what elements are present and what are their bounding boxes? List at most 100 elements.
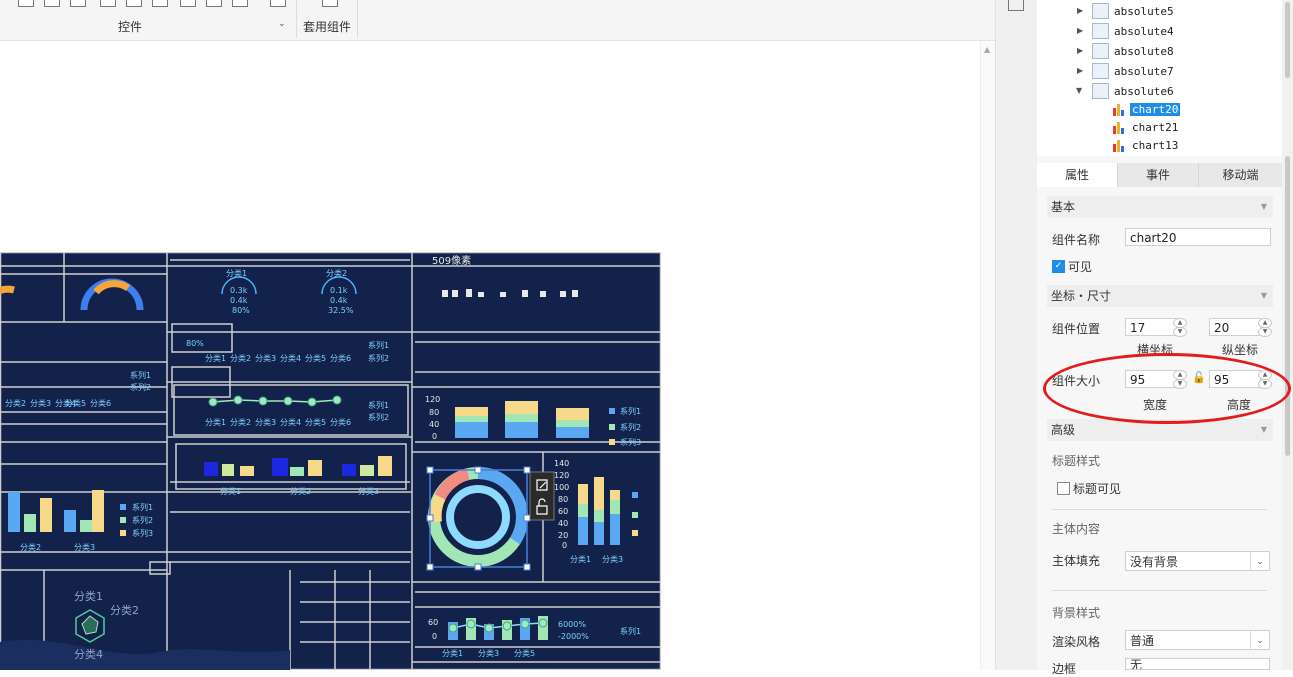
template-icon[interactable]: [322, 0, 338, 7]
section-collapse-icon[interactable]: ▼: [1261, 419, 1267, 441]
select-value: 普通: [1130, 634, 1155, 648]
section-collapse-icon[interactable]: ▼: [1261, 196, 1267, 218]
tree-node-label: chart20: [1130, 103, 1181, 116]
chevron-down-icon[interactable]: ⌄: [1250, 552, 1269, 570]
visible-checkbox[interactable]: ✓: [1052, 260, 1065, 273]
width-stepper[interactable]: ▲ ▼: [1173, 370, 1187, 389]
category-label: 分类3: [255, 354, 277, 363]
properties-panel: ▶ absolute5 ▶ absolute4 ▶ absolute8 ▶ ab…: [1037, 0, 1293, 676]
category-label: 分类3: [255, 418, 277, 427]
tree-node-absolute8[interactable]: ▶ absolute8: [1037, 42, 1277, 62]
section-coord-header[interactable]: 坐标・尺寸 ▼: [1047, 285, 1273, 307]
dashboard-preview[interactable]: 509像素 分类1 分类2 0.3k 0.4k 80% 0.1k 0.4k 32…: [0, 252, 661, 670]
expand-caret-icon[interactable]: ▶: [1077, 6, 1083, 15]
widget-icon[interactable]: [18, 0, 34, 7]
legend-label: 系列2: [620, 423, 642, 432]
tab-events[interactable]: 事件: [1118, 163, 1199, 187]
x-position-input[interactable]: 17: [1125, 318, 1177, 336]
axis-label: 80: [429, 408, 440, 417]
widget-icon[interactable]: [270, 0, 286, 7]
x-position-stepper[interactable]: ▲ ▼: [1173, 318, 1187, 337]
collapse-caret-icon[interactable]: ▼: [1076, 86, 1082, 95]
controls-expand-chevron-icon[interactable]: ⌄: [278, 19, 286, 29]
section-title: 坐标・尺寸: [1051, 289, 1112, 303]
gauge-title: 分类1: [226, 269, 248, 278]
tree-node-chart20[interactable]: chart20: [1037, 101, 1277, 121]
tab-mobile[interactable]: 移动端: [1199, 163, 1282, 187]
body-fill-select[interactable]: 没有背景 ⌄: [1125, 551, 1270, 571]
panel-scrollbar[interactable]: [1282, 156, 1293, 670]
expand-caret-icon[interactable]: ▶: [1077, 66, 1083, 75]
render-style-label: 渲染风格: [1052, 635, 1101, 649]
axis-label: 140: [554, 459, 570, 468]
tree-node-chart13[interactable]: chart13: [1037, 137, 1277, 157]
category-label: 分类1: [205, 354, 227, 363]
section-advanced-header[interactable]: 高级 ▼: [1047, 419, 1273, 441]
widget-icon[interactable]: [100, 0, 116, 7]
category-label: 分类2: [290, 487, 312, 496]
height-input[interactable]: 95: [1209, 370, 1261, 388]
tree-node-absolute5[interactable]: ▶ absolute5: [1037, 2, 1277, 22]
tree-node-absolute6[interactable]: ▼ absolute6: [1037, 82, 1277, 102]
widget-icon[interactable]: [232, 0, 248, 7]
side-toolbar: [995, 0, 1038, 670]
scrollbar-thumb[interactable]: [1285, 2, 1290, 78]
tree-node-absolute4[interactable]: ▶ absolute4: [1037, 22, 1277, 42]
widget-icon[interactable]: [152, 0, 168, 7]
expand-caret-icon[interactable]: ▶: [1077, 46, 1083, 55]
widget-icon[interactable]: [126, 0, 142, 7]
tree-node-chart21[interactable]: chart21: [1037, 119, 1277, 139]
bg-style-label: 背景样式: [1052, 606, 1101, 620]
axis-label: 80: [558, 495, 569, 504]
axis-label: 60: [558, 507, 569, 516]
category-label: 分类6: [330, 418, 352, 427]
expand-caret-icon[interactable]: ▶: [1077, 26, 1083, 35]
y-position-input[interactable]: 20: [1209, 318, 1261, 336]
widget-icon[interactable]: [180, 0, 196, 7]
border-select[interactable]: 无: [1125, 658, 1270, 670]
border-label: 边框: [1052, 662, 1077, 676]
canvas-vertical-scrollbar[interactable]: ▲: [980, 41, 996, 670]
height-caption: 高度: [1227, 398, 1252, 412]
category-label: 分类1: [442, 649, 464, 658]
scrollbar-thumb[interactable]: [1285, 156, 1290, 456]
widget-icon[interactable]: [70, 0, 86, 7]
tab-properties[interactable]: 属性: [1037, 163, 1118, 187]
position-label: 组件位置: [1052, 322, 1101, 336]
title-visible-checkbox[interactable]: [1057, 482, 1070, 495]
category-label: 分类3: [478, 649, 500, 658]
width-caption: 宽度: [1143, 398, 1168, 412]
chevron-down-icon[interactable]: ⌄: [1250, 631, 1269, 649]
category-label: 分类3: [602, 555, 624, 564]
category-label: 分类2: [230, 354, 252, 363]
axis-label: 100: [554, 483, 570, 492]
scroll-up-icon[interactable]: ▲: [984, 45, 990, 54]
tree-node-label: chart21: [1132, 121, 1179, 134]
render-style-select[interactable]: 普通 ⌄: [1125, 630, 1270, 650]
legend-label: 系列1: [620, 627, 642, 636]
width-input[interactable]: 95: [1125, 370, 1177, 388]
axis-label: 40: [558, 519, 569, 528]
category-label: 分类6: [330, 354, 352, 363]
panel-tabs: 属性 事件 移动端: [1037, 163, 1282, 187]
category-label: 分类5: [65, 399, 87, 408]
tree-scrollbar[interactable]: [1282, 0, 1293, 156]
templates-group-label[interactable]: 套用组件: [303, 18, 351, 35]
component-name-input[interactable]: chart20: [1125, 228, 1271, 246]
widget-icon[interactable]: [44, 0, 60, 7]
legend-label: 系列2: [130, 383, 152, 392]
layout-icon[interactable]: [1008, 0, 1024, 11]
y-position-stepper[interactable]: ▲ ▼: [1258, 318, 1272, 337]
axis-label: 0: [432, 632, 438, 641]
aspect-lock-icon[interactable]: 🔓: [1192, 371, 1206, 384]
widget-icon[interactable]: [206, 0, 222, 7]
height-stepper[interactable]: ▲ ▼: [1258, 370, 1272, 389]
section-basic-header[interactable]: 基本 ▼: [1047, 196, 1273, 218]
toolbar: 控件 ⌄ 套用组件: [0, 0, 995, 41]
layout-container-icon: [1092, 83, 1109, 99]
gauge-percent: 80%: [232, 306, 250, 315]
section-collapse-icon[interactable]: ▼: [1261, 285, 1267, 307]
category-label: 分类1: [205, 418, 227, 427]
tree-node-absolute7[interactable]: ▶ absolute7: [1037, 62, 1277, 82]
divider: [1052, 509, 1267, 510]
